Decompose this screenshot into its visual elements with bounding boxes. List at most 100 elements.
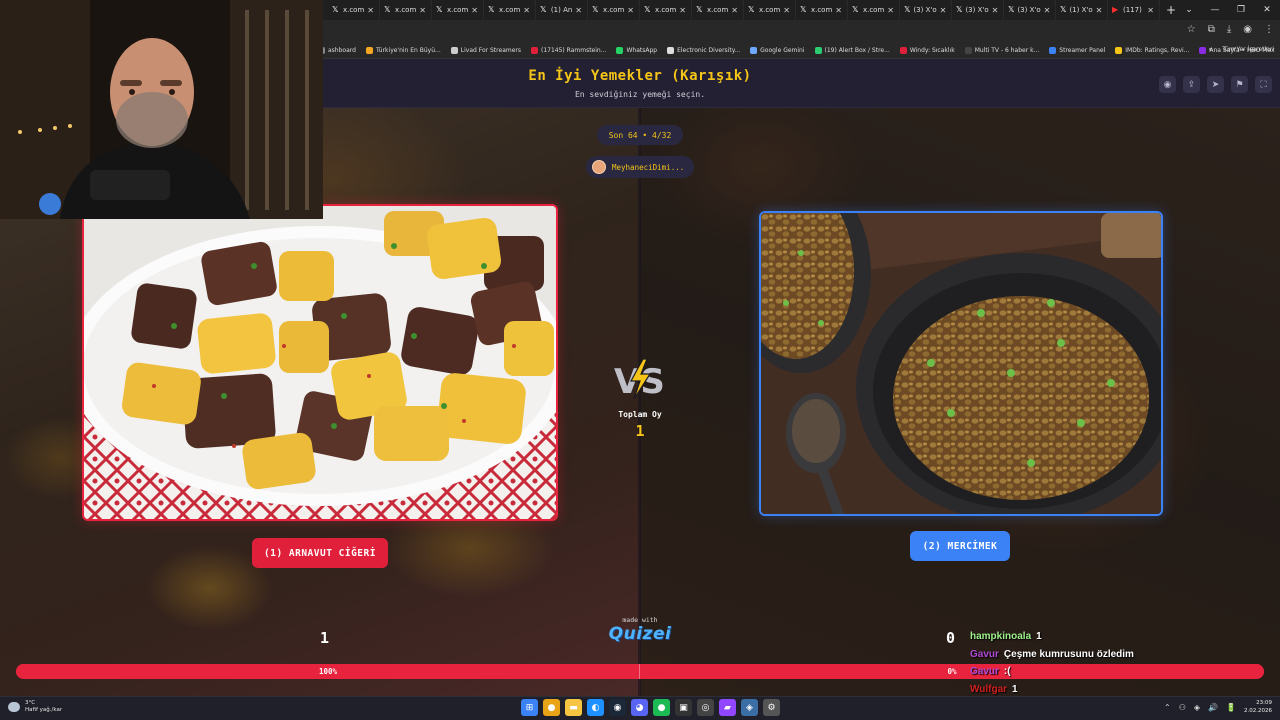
spotify-icon[interactable]: ● bbox=[653, 699, 670, 716]
browser-tab[interactable]: 𝕏x.com ✕ bbox=[380, 0, 432, 20]
tab-close-icon[interactable]: ✕ bbox=[835, 6, 842, 15]
eye-icon[interactable]: ◉ bbox=[1159, 76, 1176, 93]
tab-label: x.com bbox=[446, 6, 469, 14]
network-icon[interactable]: ⚇ bbox=[1179, 703, 1186, 712]
choice-label-right[interactable]: (2) MERCİMEK bbox=[910, 531, 1010, 561]
bookmark-item[interactable]: Google Gemini bbox=[750, 46, 805, 54]
browser-tab[interactable]: 𝕏 (3) X'o ✕ bbox=[900, 0, 952, 20]
tab-search-icon[interactable]: ⌄ bbox=[1176, 5, 1202, 15]
bookmark-label: WhatsApp bbox=[626, 46, 658, 54]
tab-close-icon[interactable]: ✕ bbox=[940, 6, 947, 15]
browser-tab[interactable]: 𝕏x.com ✕ bbox=[484, 0, 536, 20]
choice-label-left[interactable]: (1) ARNAVUT CİĞERİ bbox=[252, 538, 388, 568]
send-icon[interactable]: ➤ bbox=[1207, 76, 1224, 93]
obs-icon[interactable]: ◎ bbox=[697, 699, 714, 716]
tab-close-icon[interactable]: ✕ bbox=[679, 6, 686, 15]
x-icon: 𝕏 bbox=[488, 5, 495, 14]
x-icon: 𝕏 bbox=[384, 5, 391, 14]
browser-tab[interactable]: 𝕏x.com ✕ bbox=[432, 0, 484, 20]
bookmark-label: Türkiye'nin En Büyü... bbox=[375, 46, 441, 54]
tab-close-icon[interactable]: ✕ bbox=[731, 6, 738, 15]
battery-icon[interactable]: 🔋 bbox=[1226, 703, 1236, 712]
file-explorer-icon[interactable]: ▬ bbox=[565, 699, 582, 716]
windows-start-icon[interactable]: ⊞ bbox=[521, 699, 538, 716]
bookmark-item[interactable]: Electronic Diversity... bbox=[667, 46, 740, 54]
steam-icon[interactable]: ◉ bbox=[609, 699, 626, 716]
bookmark-favicon-icon bbox=[616, 46, 624, 54]
bookmark-item[interactable]: Streamer Panel bbox=[1049, 46, 1105, 54]
menu-icon[interactable]: ⋮ bbox=[1264, 24, 1274, 35]
tab-close-icon[interactable]: ✕ bbox=[367, 6, 374, 15]
tab-close-icon[interactable]: ✕ bbox=[523, 6, 530, 15]
browser-tab[interactable]: ▶ (117) ✕ bbox=[1108, 0, 1160, 20]
browser-tab[interactable]: 𝕏x.com ✕ bbox=[640, 0, 692, 20]
tab-close-icon[interactable]: ✕ bbox=[1147, 6, 1154, 15]
tab-close-icon[interactable]: ✕ bbox=[575, 6, 582, 15]
tab-close-icon[interactable]: ✕ bbox=[783, 6, 790, 15]
tab-close-icon[interactable]: ✕ bbox=[627, 6, 634, 15]
bookmark-star-icon[interactable]: ☆ bbox=[1187, 24, 1196, 35]
tab-close-icon[interactable]: ✕ bbox=[887, 6, 894, 15]
minimize-icon[interactable]: — bbox=[1202, 5, 1228, 15]
browser-tab[interactable]: 𝕏 (1) An ✕ bbox=[536, 0, 588, 20]
tab-label: (3) X'o bbox=[913, 6, 937, 14]
show-hidden-icons-icon[interactable]: ⌃ bbox=[1164, 703, 1171, 712]
discord-icon[interactable]: ◕ bbox=[631, 699, 648, 716]
restore-icon[interactable]: ❐ bbox=[1228, 5, 1254, 15]
close-window-icon[interactable]: ✕ bbox=[1254, 5, 1280, 15]
tab-close-icon[interactable]: ✕ bbox=[992, 6, 999, 15]
bookmark-item[interactable]: (17145) Rammstein... bbox=[531, 46, 606, 54]
bookmark-item[interactable]: ashboard bbox=[318, 46, 356, 54]
language-icon[interactable]: ◈ bbox=[1194, 703, 1200, 712]
bookmark-item[interactable]: Livad For Streamers bbox=[450, 46, 521, 54]
extensions-icon[interactable]: ⧉ bbox=[1208, 24, 1215, 35]
browser-tab[interactable]: 𝕏 (3) X'o ✕ bbox=[1004, 0, 1056, 20]
browser-tab[interactable]: 𝕏x.com ✕ bbox=[328, 0, 380, 20]
tab-close-icon[interactable]: ✕ bbox=[1096, 6, 1103, 15]
new-tab-button[interactable]: + bbox=[1166, 3, 1176, 17]
browser-tab[interactable]: 𝕏 (3) X'o ✕ bbox=[952, 0, 1004, 20]
volume-icon[interactable]: 🔊 bbox=[1208, 703, 1218, 712]
bookmarks-more[interactable]: » bbox=[1209, 46, 1213, 53]
bookmark-item[interactable]: Türkiye'nin En Büyü... bbox=[365, 46, 441, 54]
round-indicator: Son 64 • 4/32 bbox=[597, 125, 683, 145]
clock[interactable]: 23:09 2.02.2026 bbox=[1244, 699, 1272, 715]
browser-tab[interactable]: 𝕏x.com ✕ bbox=[588, 0, 640, 20]
weather-desc: Hafif yağ./kar bbox=[25, 707, 63, 713]
webcam-overlay bbox=[0, 0, 323, 219]
browser-tab[interactable]: 𝕏x.com ✕ bbox=[848, 0, 900, 20]
settings-icon[interactable]: ⚙ bbox=[763, 699, 780, 716]
choice-card-left[interactable] bbox=[82, 204, 558, 521]
quizei-logo[interactable]: Quizei bbox=[606, 624, 674, 644]
profile-icon[interactable]: ◉ bbox=[1243, 24, 1252, 35]
browser-tab[interactable]: 𝕏x.com ✕ bbox=[744, 0, 796, 20]
tab-close-icon[interactable]: ✕ bbox=[1044, 6, 1051, 15]
all-bookmarks-link[interactable]: Tüm Yer İşaretleri bbox=[1222, 46, 1274, 53]
flag-icon[interactable]: ⚑ bbox=[1231, 76, 1248, 93]
bookmark-item[interactable]: Windy: Sıcaklık bbox=[899, 46, 955, 54]
share-icon[interactable]: ⇪ bbox=[1183, 76, 1200, 93]
twitch-icon[interactable]: ▰ bbox=[719, 699, 736, 716]
avatar bbox=[592, 160, 606, 174]
chat-username: Wulfgar bbox=[970, 683, 1008, 695]
bookmark-item[interactable]: IMDb: Ratings, Revi... bbox=[1115, 46, 1190, 54]
chrome-icon[interactable]: ● bbox=[543, 699, 560, 716]
edge-icon[interactable]: ◐ bbox=[587, 699, 604, 716]
arnavut-cigeri-image bbox=[84, 206, 556, 519]
tab-close-icon[interactable]: ✕ bbox=[419, 6, 426, 15]
choice-card-right[interactable] bbox=[759, 211, 1163, 516]
weather-widget[interactable]: 3°C Hafif yağ./kar bbox=[8, 700, 62, 714]
browser-active-icon[interactable]: ◈ bbox=[741, 699, 758, 716]
tab-close-icon[interactable]: ✕ bbox=[471, 6, 478, 15]
browser-tab[interactable]: 𝕏x.com ✕ bbox=[796, 0, 848, 20]
x-icon: 𝕏 bbox=[696, 5, 703, 14]
bookmark-item[interactable]: Multi TV - 6 haber k... bbox=[964, 46, 1039, 54]
bookmark-item[interactable]: (19) Alert Box / Stre... bbox=[814, 46, 890, 54]
browser-tab[interactable]: 𝕏 (1) X'o ✕ bbox=[1056, 0, 1108, 20]
bookmark-item[interactable]: WhatsApp bbox=[616, 46, 658, 54]
epic-games-icon[interactable]: ▣ bbox=[675, 699, 692, 716]
fullscreen-icon[interactable]: ⛶ bbox=[1255, 76, 1272, 93]
browser-tab[interactable]: 𝕏x.com ✕ bbox=[692, 0, 744, 20]
download-icon[interactable]: ⤓ bbox=[1227, 24, 1231, 35]
bookmark-label: IMDb: Ratings, Revi... bbox=[1125, 46, 1190, 54]
